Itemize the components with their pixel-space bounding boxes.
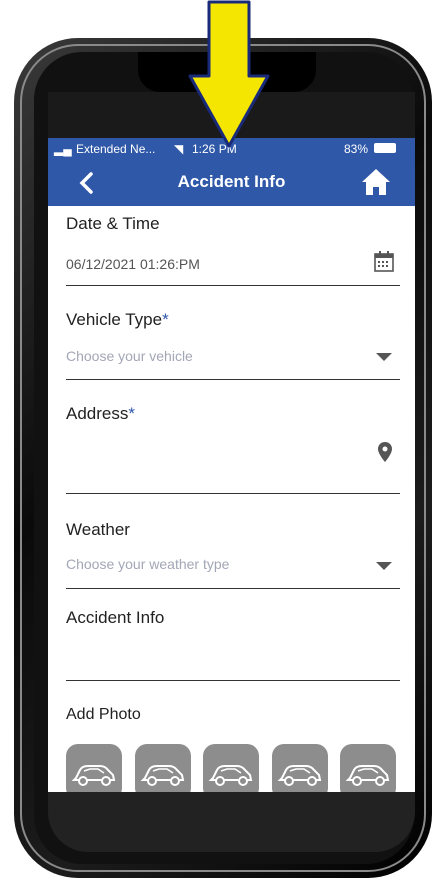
home-button[interactable] — [360, 167, 392, 197]
wifi-icon: ◥ — [174, 142, 184, 156]
add-photo-slot[interactable] — [66, 744, 122, 792]
screen-bottom — [48, 792, 415, 852]
app-header: Accident Info — [48, 158, 415, 206]
signal-icon: ▂▄ — [54, 142, 72, 156]
date-time-label: Date & Time — [66, 214, 160, 233]
accident-info-label: Accident Info — [66, 608, 165, 627]
add-photo-slot[interactable] — [134, 744, 191, 792]
car-icon — [71, 765, 116, 786]
annotation-arrow-icon — [188, 0, 270, 148]
vehicle-underline — [66, 379, 400, 380]
add-photo-slot[interactable] — [340, 744, 396, 792]
app-screen: ▂▄ Extended Ne... ◥ 1:26 PM 83% Accident… — [48, 138, 415, 792]
accident-info-input[interactable] — [66, 634, 400, 678]
car-icon — [345, 765, 390, 786]
address-text: Address — [66, 404, 129, 423]
required-mark: * — [128, 404, 135, 423]
carrier-label: Extended Ne... — [76, 142, 156, 156]
vehicle-type-text: Vehicle Type — [66, 310, 163, 329]
address-underline — [66, 493, 400, 494]
car-icon — [208, 765, 253, 786]
required-mark: * — [162, 310, 169, 329]
address-input[interactable] — [66, 432, 366, 472]
weather-label: Weather — [66, 520, 130, 539]
date-time-field[interactable]: 06/12/2021 01:26:PM — [66, 256, 200, 272]
add-photo-slot[interactable] — [203, 744, 259, 792]
chevron-down-icon[interactable] — [376, 353, 392, 361]
weather-select[interactable]: Choose your weather type — [66, 556, 229, 572]
car-icon — [277, 765, 321, 786]
battery-level: 83% — [344, 142, 369, 156]
add-photo-slot[interactable] — [271, 744, 328, 792]
accident-info-underline — [66, 680, 400, 681]
battery-icon — [374, 143, 396, 153]
add-photo-label: Add Photo — [66, 706, 141, 723]
car-icon — [140, 765, 184, 786]
location-pin-icon[interactable] — [378, 442, 392, 462]
chevron-down-icon[interactable] — [376, 562, 392, 570]
date-underline — [66, 285, 400, 286]
vehicle-type-select[interactable]: Choose your vehicle — [66, 348, 193, 364]
address-label: Address* — [66, 404, 135, 424]
vehicle-type-label: Vehicle Type* — [66, 310, 169, 330]
calendar-icon[interactable] — [374, 250, 394, 272]
weather-underline — [66, 588, 400, 589]
